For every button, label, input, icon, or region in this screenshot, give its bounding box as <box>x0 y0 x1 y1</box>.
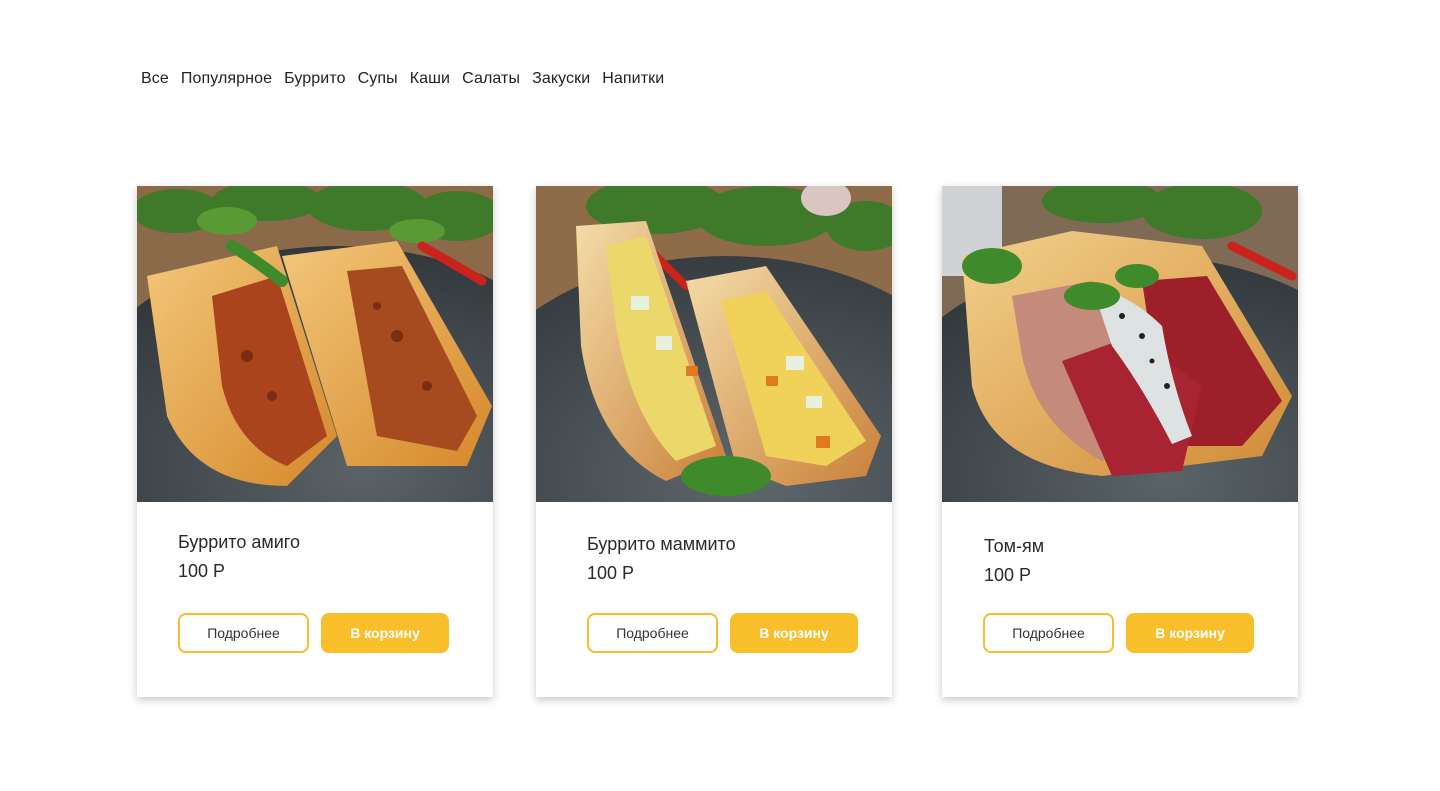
product-price: 100 Р <box>178 561 226 581</box>
details-button[interactable]: Подробнее <box>983 613 1114 653</box>
details-button[interactable]: Подробнее <box>178 613 309 653</box>
product-title: Буррито амиго <box>178 532 300 552</box>
nav-item-snacks[interactable]: Закуски <box>532 68 590 90</box>
food-image[interactable] <box>137 186 493 502</box>
nav-item-drinks[interactable]: Напитки <box>602 68 664 90</box>
add-to-cart-button[interactable]: В корзину <box>321 613 449 653</box>
food-image[interactable] <box>942 186 1298 502</box>
nav-item-salads[interactable]: Салаты <box>462 68 520 90</box>
add-to-cart-button[interactable]: В корзину <box>730 613 858 653</box>
product-card: Буррито маммито 100 Р Подробнее В корзин… <box>536 186 892 697</box>
nav-item-burrito[interactable]: Буррито <box>284 68 345 90</box>
category-nav: Все Популярное Буррито Супы Каши Салаты … <box>141 68 664 90</box>
product-price: 100 Р <box>587 563 635 583</box>
nav-item-soups[interactable]: Супы <box>358 68 398 90</box>
nav-item-all[interactable]: Все <box>141 68 169 90</box>
product-price: 100 Р <box>984 565 1032 585</box>
add-to-cart-button[interactable]: В корзину <box>1126 613 1254 653</box>
nav-item-porridge[interactable]: Каши <box>410 68 450 90</box>
food-image[interactable] <box>536 186 892 502</box>
nav-item-popular[interactable]: Популярное <box>181 68 272 90</box>
product-title: Буррито маммито <box>587 534 736 554</box>
details-button[interactable]: Подробнее <box>587 613 718 653</box>
product-card: Том-ям 100 Р Подробнее В корзину <box>942 186 1298 697</box>
product-card: Буррито амиго 100 Р Подробнее В корзину <box>137 186 493 697</box>
product-title: Том-ям <box>984 536 1045 556</box>
